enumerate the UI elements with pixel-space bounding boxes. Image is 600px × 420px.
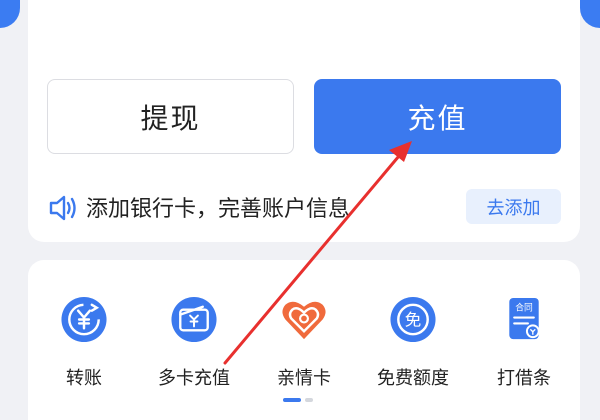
add-bank-card-button[interactable]: 去添加 [466,189,561,224]
heart-family-card-icon [282,301,326,340]
service-iou[interactable]: 合同 打借条 [474,295,574,390]
bank-card-notice: 添加银行卡，完善账户信息 [86,197,351,222]
free-quota-icon: 免 [390,296,436,343]
service-label: 转账 [66,368,102,389]
wallet-screen: 提现 充值 添加银行卡，完善账户信息 去添加 转账 多卡充值 亲情卡 免 免费额… [0,0,600,420]
withdraw-button[interactable]: 提现 [47,79,294,154]
service-label: 打借条 [497,368,551,389]
speaker-icon [49,195,76,221]
service-multi-card-recharge[interactable]: 多卡充值 [144,295,244,390]
service-label: 亲情卡 [277,368,331,389]
contract-icon-char: 合同 [515,302,533,314]
iou-contract-icon: 合同 [509,297,540,340]
page-dot-active [283,398,301,402]
withdraw-label: 提现 [140,101,201,135]
page-indicator [283,398,313,402]
service-label: 多卡充值 [158,368,230,389]
add-bank-card-label: 去添加 [486,197,541,219]
page-dot [305,398,313,402]
transfer-yen-icon [61,296,107,343]
free-icon-char: 免 [405,310,422,329]
service-transfer[interactable]: 转账 [34,295,134,390]
service-label: 免费额度 [377,368,449,389]
recharge-label: 充值 [407,101,468,135]
multi-card-wallet-icon [171,296,217,343]
recharge-button[interactable]: 充值 [314,79,561,154]
header-edge-right [580,0,600,28]
service-family-card[interactable]: 亲情卡 [254,295,354,390]
service-free-quota[interactable]: 免 免费额度 [363,295,463,390]
header-edge-left [0,0,20,28]
